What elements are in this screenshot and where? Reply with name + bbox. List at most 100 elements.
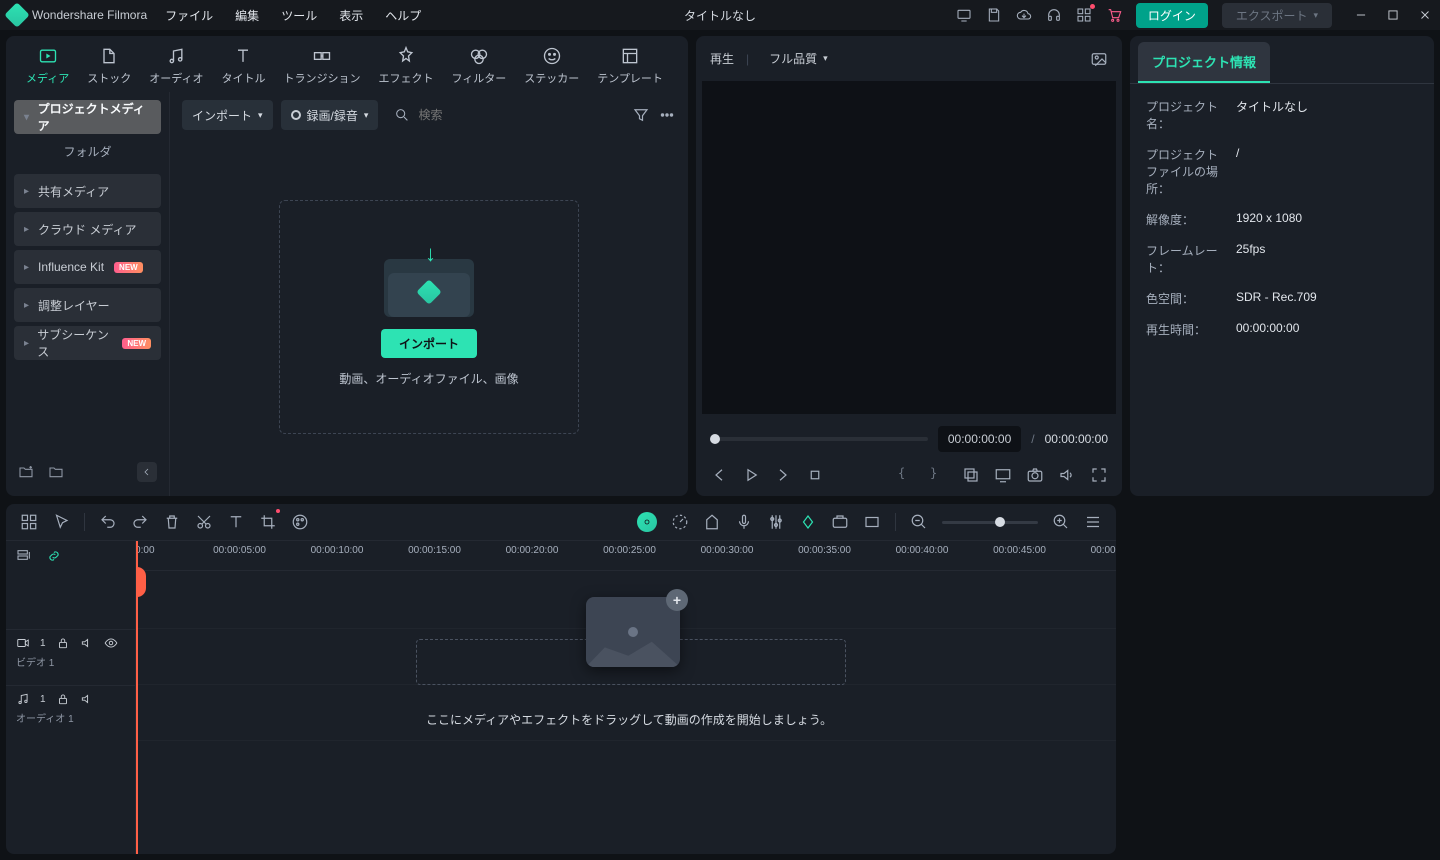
properties-panel: プロジェクト情報 プロジェクト名：タイトルなし プロジェクトファイルの場所：/ … [1130, 36, 1434, 496]
mark-out-icon[interactable]: } [930, 466, 948, 484]
prop-project-name: プロジェクト名：タイトルなし [1146, 98, 1418, 132]
delete-icon[interactable] [163, 513, 181, 531]
audio-track-header[interactable]: 1 オーディオ 1 [6, 685, 135, 741]
export-button[interactable]: エクスポート▾ [1222, 3, 1332, 28]
scrub-slider[interactable] [710, 437, 928, 441]
more-icon[interactable] [658, 106, 676, 124]
sidebar-adjustment-layer[interactable]: ▸ 調整レイヤー [14, 288, 161, 322]
search-input[interactable] [418, 108, 616, 122]
tab-template[interactable]: テンプレート [597, 46, 663, 86]
menu-edit[interactable]: 編集 [235, 7, 259, 24]
props-tab-project-info[interactable]: プロジェクト情報 [1138, 42, 1270, 83]
plus-icon[interactable]: + [666, 589, 688, 611]
collapse-sidebar-button[interactable] [137, 462, 157, 482]
link-icon[interactable] [46, 548, 62, 564]
zoom-out-icon[interactable] [910, 513, 928, 531]
sidebar-influence-kit[interactable]: ▸ Influence Kit NEW [14, 250, 161, 284]
save-icon[interactable] [986, 7, 1002, 23]
render-icon[interactable] [831, 513, 849, 531]
login-button[interactable]: ログイン [1136, 3, 1208, 28]
color-icon[interactable] [291, 513, 309, 531]
minimize-button[interactable] [1354, 8, 1368, 22]
prev-frame-button[interactable] [710, 466, 728, 484]
media-dropzone[interactable]: ↓ インポート 動画、オーディオファイル、画像 [170, 138, 688, 496]
volume-icon[interactable] [1058, 466, 1076, 484]
headphones-icon[interactable] [1046, 7, 1062, 23]
playhead[interactable] [136, 541, 138, 854]
import-button[interactable]: インポート [381, 329, 477, 358]
search-field[interactable] [386, 100, 624, 130]
display-icon[interactable] [994, 466, 1012, 484]
tab-filter[interactable]: フィルター [451, 46, 506, 86]
folder-icon[interactable] [48, 464, 64, 480]
preview-viewport[interactable] [702, 81, 1116, 414]
cloud-icon[interactable] [1016, 7, 1032, 23]
speed-icon[interactable] [671, 513, 689, 531]
mixer-icon[interactable] [767, 513, 785, 531]
text-icon[interactable] [227, 513, 245, 531]
mute-icon[interactable] [80, 692, 94, 706]
zoom-slider[interactable] [942, 521, 1038, 524]
pointer-icon[interactable] [52, 513, 70, 531]
voiceover-icon[interactable] [735, 513, 753, 531]
video-track-header[interactable]: 1 ビデオ 1 [6, 629, 135, 685]
download-arrow-icon: ↓ [425, 241, 436, 267]
import-dropdown[interactable]: インポート ▾ [182, 100, 273, 130]
ai-button[interactable] [637, 512, 657, 532]
record-dropdown[interactable]: 録画/録音 ▾ [281, 100, 379, 130]
snapshot-icon[interactable] [1026, 466, 1044, 484]
layout-icon[interactable] [20, 513, 38, 531]
tab-stock[interactable]: ストック [87, 46, 131, 86]
sidebar-folder-label[interactable]: フォルダ [14, 134, 161, 170]
quality-dropdown[interactable]: フル品質 ▾ [761, 46, 836, 71]
drop-media-thumb[interactable]: + [586, 597, 680, 667]
sidebar-shared-media[interactable]: ▸ 共有メディア [14, 174, 161, 208]
prop-colorspace: 色空間：SDR - Rec.709 [1146, 290, 1418, 307]
tab-title[interactable]: タイトル [221, 46, 265, 86]
timeline-ruler[interactable]: 00:0000:00:05:0000:00:10:0000:00:15:0000… [136, 541, 1116, 571]
maximize-button[interactable] [1386, 8, 1400, 22]
timecode-current[interactable]: 00:00:00:00 [938, 426, 1021, 452]
undo-icon[interactable] [99, 513, 117, 531]
menu-file[interactable]: ファイル [165, 7, 213, 24]
fullscreen-icon[interactable] [1090, 466, 1108, 484]
stop-button[interactable] [806, 466, 824, 484]
filter-icon[interactable] [632, 106, 650, 124]
cart-icon[interactable] [1106, 7, 1122, 23]
tab-transition[interactable]: トランジション [283, 46, 360, 86]
new-badge: NEW [114, 262, 143, 273]
menu-tools[interactable]: ツール [281, 7, 317, 24]
track-height-icon[interactable] [1084, 513, 1102, 531]
menu-view[interactable]: 表示 [339, 7, 363, 24]
aspect-icon[interactable] [863, 513, 881, 531]
tracks-area[interactable]: + ここにメディアやエフェクトをドラッグして動画の作成を開始しましょう。 [136, 571, 1116, 854]
lock-icon[interactable] [56, 692, 70, 706]
track-manage-icon[interactable] [16, 548, 32, 564]
sidebar-cloud-media[interactable]: ▸ クラウド メディア [14, 212, 161, 246]
close-button[interactable] [1418, 8, 1432, 22]
tab-sticker[interactable]: ステッカー [524, 46, 579, 86]
crop-icon[interactable] [962, 466, 980, 484]
sidebar-subsequence[interactable]: ▸ サブシーケンス NEW [14, 326, 161, 360]
redo-icon[interactable] [131, 513, 149, 531]
image-icon[interactable] [1090, 50, 1108, 68]
eye-icon[interactable] [104, 636, 118, 650]
crop-tool-icon[interactable] [259, 513, 277, 531]
screen-icon[interactable] [956, 7, 972, 23]
tab-audio[interactable]: オーディオ [149, 46, 203, 86]
menu-help[interactable]: ヘルプ [385, 7, 421, 24]
mute-icon[interactable] [80, 636, 94, 650]
keyframe-icon[interactable] [799, 513, 817, 531]
mark-in-icon[interactable]: { [898, 466, 916, 484]
tab-effect[interactable]: エフェクト [378, 46, 433, 86]
new-folder-icon[interactable] [18, 464, 34, 480]
play-button[interactable] [742, 466, 760, 484]
marker-icon[interactable] [703, 513, 721, 531]
cut-icon[interactable] [195, 513, 213, 531]
zoom-in-icon[interactable] [1052, 513, 1070, 531]
tab-media[interactable]: メディア [26, 46, 69, 86]
apps-icon[interactable] [1076, 7, 1092, 23]
sidebar-project-media[interactable]: ▾ プロジェクトメディア [14, 100, 161, 134]
lock-icon[interactable] [56, 636, 70, 650]
next-frame-button[interactable] [774, 466, 792, 484]
